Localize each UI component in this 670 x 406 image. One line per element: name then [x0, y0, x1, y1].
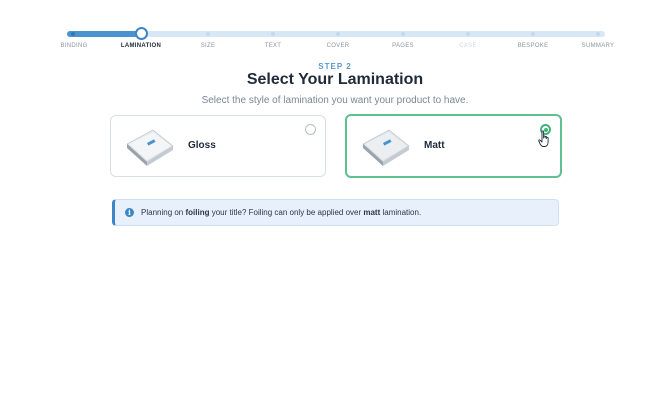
step-dot-text[interactable] — [271, 32, 275, 36]
info-icon: i — [125, 208, 134, 217]
hand-cursor-icon — [538, 130, 549, 147]
step-dot-binding[interactable] — [71, 32, 75, 36]
step-label-size[interactable]: SIZE — [201, 43, 216, 49]
step-label-bespoke[interactable]: BESPOKE — [518, 43, 549, 49]
step-dot-case — [466, 32, 470, 36]
radio-gloss[interactable] — [305, 124, 316, 135]
progress-stepper: BINDING LAMINATION SIZE TEXT COVER PAGES… — [0, 0, 670, 60]
step-label-case: CASE — [459, 43, 477, 49]
step-dot-size[interactable] — [206, 32, 210, 36]
option-card-gloss[interactable]: Gloss — [110, 115, 326, 177]
book-thumbnail-icon — [126, 129, 174, 166]
step-current-marker[interactable] — [135, 27, 148, 40]
step-dot-cover[interactable] — [336, 32, 340, 36]
step-dot-pages[interactable] — [401, 32, 405, 36]
option-label-gloss: Gloss — [188, 140, 216, 151]
option-label-matt: Matt — [424, 140, 445, 151]
step-label-lamination[interactable]: LAMINATION — [121, 43, 161, 49]
step-label-cover[interactable]: COVER — [327, 43, 350, 49]
step-dot-bespoke[interactable] — [531, 32, 535, 36]
step-label-text[interactable]: TEXT — [265, 43, 282, 49]
option-card-matt[interactable]: Matt — [345, 114, 562, 178]
step-label-binding[interactable]: BINDING — [60, 43, 87, 49]
stepper-progress — [67, 31, 139, 37]
step-label-summary[interactable]: SUMMARY — [582, 43, 615, 49]
info-text: Planning on foiling your title? Foiling … — [141, 208, 422, 217]
step-label-pages[interactable]: PAGES — [392, 43, 414, 49]
step-dot-summary[interactable] — [596, 32, 600, 36]
page-subtitle: Select the style of lamination you want … — [201, 95, 469, 106]
info-banner: i Planning on foiling your title? Foilin… — [112, 199, 559, 226]
step-number: STEP 2 — [318, 62, 352, 71]
book-thumbnail-icon — [362, 129, 410, 166]
page-title: Select Your Lamination — [246, 71, 424, 88]
